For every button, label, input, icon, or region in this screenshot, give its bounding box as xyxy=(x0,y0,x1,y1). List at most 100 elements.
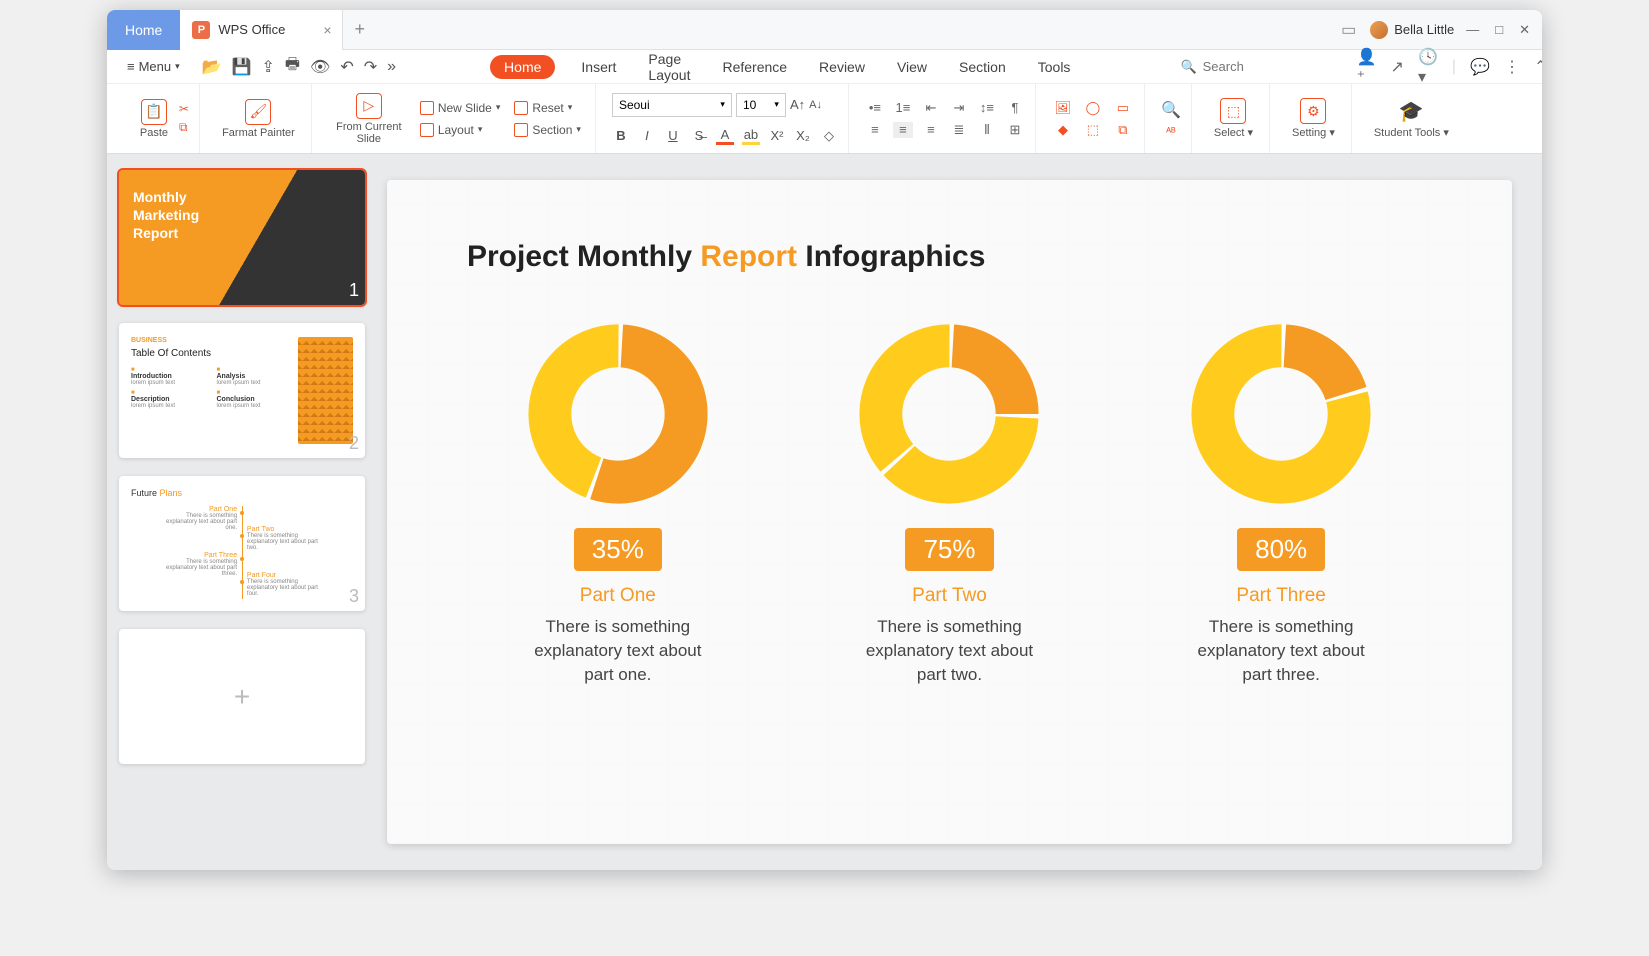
ribbon-tab-view[interactable]: View xyxy=(891,55,933,79)
student-tools-button[interactable]: 🎓 Student Tools ▾ xyxy=(1368,98,1455,139)
kebab-icon[interactable]: ⋮ xyxy=(1504,57,1520,77)
part-desc-2: There is something explanatory text abou… xyxy=(849,615,1049,686)
arrange-icon[interactable]: ⬚ xyxy=(1082,122,1104,138)
add-slide-thumbnail[interactable]: + xyxy=(119,629,365,764)
slide-title: Project Monthly Report Infographics xyxy=(467,240,1432,274)
search-input[interactable] xyxy=(1203,59,1353,74)
save-icon[interactable]: 💾 xyxy=(232,57,252,77)
decrease-font-icon[interactable]: A↓ xyxy=(809,99,822,111)
cut-icon[interactable]: ✂ xyxy=(179,102,189,116)
history-icon[interactable]: 🕓▾ xyxy=(1418,47,1438,87)
strikethrough-icon[interactable]: S̶ xyxy=(690,128,708,143)
layout-button[interactable]: Layout▾ xyxy=(416,121,505,139)
setting-icon: ⚙ xyxy=(1300,98,1326,124)
increase-font-icon[interactable]: A↑ xyxy=(790,97,805,112)
ribbon-tab-review[interactable]: Review xyxy=(813,55,871,79)
font-name-select[interactable]: Seoui▾ xyxy=(612,93,732,117)
print-icon[interactable]: 🖶 xyxy=(285,53,300,80)
new-slide-icon xyxy=(420,101,434,115)
chat-icon[interactable]: 💬 xyxy=(1470,57,1490,77)
picture-icon[interactable]: 🖼 xyxy=(1052,100,1074,116)
export-icon[interactable]: ⇪ xyxy=(262,57,275,77)
format-painter-button[interactable]: 🖌 Farmat Painter xyxy=(216,99,301,139)
maximize-icon[interactable]: □ xyxy=(1495,22,1503,37)
more-qat-icon[interactable]: » xyxy=(387,58,396,76)
ribbon-group-find: 🔍 ᴬᴮ xyxy=(1151,84,1192,153)
search-box[interactable]: 🔍 xyxy=(1180,59,1352,75)
user-chip[interactable]: Bella Little xyxy=(1370,21,1454,39)
ribbon-tab-home[interactable]: Home xyxy=(490,55,555,79)
find-icon[interactable]: 🔍 xyxy=(1161,100,1181,120)
align-center-icon[interactable]: ≡ xyxy=(893,122,913,138)
superscript-icon[interactable]: X² xyxy=(768,128,786,143)
distribute-icon[interactable]: ⫴ xyxy=(977,122,997,138)
layout-label: Layout xyxy=(438,123,474,137)
current-slide[interactable]: Project Monthly Report Infographics 35% … xyxy=(387,180,1512,844)
percentage-badge-3: 80% xyxy=(1237,528,1325,571)
slide-canvas: Project Monthly Report Infographics 35% … xyxy=(377,154,1542,870)
setting-button[interactable]: ⚙ Setting ▾ xyxy=(1286,98,1341,139)
columns-icon[interactable]: ⊞ xyxy=(1005,122,1025,138)
numbering-icon[interactable]: 1≡ xyxy=(893,100,913,116)
line-spacing-icon[interactable]: ↕≡ xyxy=(977,100,997,116)
paste-button[interactable]: 📋 Paste xyxy=(129,99,179,139)
text-direction-icon[interactable]: ¶ xyxy=(1005,100,1025,116)
slide-thumbnail-3[interactable]: Future Future PlansPlans Part OneThere i… xyxy=(119,476,365,611)
select-button[interactable]: ⬚ Select ▾ xyxy=(1208,98,1259,139)
subscript-icon[interactable]: X₂ xyxy=(794,128,812,143)
reset-button[interactable]: Reset▾ xyxy=(510,99,585,117)
font-size-select[interactable]: 10▾ xyxy=(736,93,786,117)
ribbon-tab-insert[interactable]: Insert xyxy=(575,55,622,79)
home-main-tab[interactable]: Home xyxy=(107,10,180,50)
shapes-icon[interactable]: ◯ xyxy=(1082,100,1104,116)
increase-indent-icon[interactable]: ⇥ xyxy=(949,100,969,116)
bold-icon[interactable]: B xyxy=(612,128,630,143)
plus-icon: + xyxy=(234,681,250,713)
thumb2-tag: BUSINESS xyxy=(131,337,294,344)
collapse-ribbon-icon[interactable]: ⌃ xyxy=(1534,57,1542,77)
from-current-slide-button[interactable]: ▷ From Current Slide xyxy=(328,93,410,145)
group-icon[interactable]: ⧉ xyxy=(1112,122,1134,138)
align-right-icon[interactable]: ≡ xyxy=(921,122,941,138)
section-button[interactable]: Section▾ xyxy=(510,121,585,139)
new-tab-button[interactable]: + xyxy=(343,19,378,40)
replace-icon[interactable]: ᴬᴮ xyxy=(1166,126,1176,138)
textbox-icon[interactable]: ▭ xyxy=(1112,100,1134,116)
format-painter-icon: 🖌 xyxy=(245,99,271,125)
bullets-icon[interactable]: •≡ xyxy=(865,100,885,116)
close-window-icon[interactable]: ✕ xyxy=(1519,22,1530,38)
copy-icon[interactable]: ⧉ xyxy=(179,120,189,135)
menu-button[interactable]: ≡ Menu ▾ xyxy=(119,55,188,78)
slide-thumbnail-1[interactable]: Monthly Marketing Report 1 xyxy=(119,170,365,305)
font-name-value: Seoui xyxy=(619,98,650,112)
undo-icon[interactable]: ↶ xyxy=(340,57,353,77)
justify-icon[interactable]: ≣ xyxy=(949,122,969,138)
align-left-icon[interactable]: ≡ xyxy=(865,122,885,138)
font-color-icon[interactable]: A xyxy=(716,127,734,145)
document-tab[interactable]: P WPS Office × xyxy=(180,10,342,50)
ribbon-group-clipboard: 📋 Paste ✂ ⧉ xyxy=(119,84,200,153)
menu-bar: ≡ Menu ▾ 📂 💾 ⇪ 🖶 👁 ↶ ↷ » Home Insert Pag… xyxy=(107,50,1542,84)
preview-icon[interactable]: 👁 xyxy=(310,57,330,77)
play-icon: ▷ xyxy=(356,93,382,119)
underline-icon[interactable]: U xyxy=(664,128,682,143)
minimize-icon[interactable]: — xyxy=(1466,22,1479,37)
new-slide-button[interactable]: New Slide▾ xyxy=(416,99,505,117)
highlight-icon[interactable]: ab xyxy=(742,127,760,145)
share-icon[interactable]: ↗ xyxy=(1391,57,1404,77)
redo-icon[interactable]: ↷ xyxy=(364,57,377,77)
clear-format-icon[interactable]: ◇ xyxy=(820,128,838,144)
italic-icon[interactable]: I xyxy=(638,128,656,143)
open-icon[interactable]: 📂 xyxy=(202,57,222,77)
close-tab-icon[interactable]: × xyxy=(323,22,331,38)
ribbon-tab-section[interactable]: Section xyxy=(953,55,1012,79)
add-user-icon[interactable]: 👤⁺ xyxy=(1357,47,1377,87)
ribbon-tab-page-layout[interactable]: Page Layout xyxy=(642,47,696,87)
slide-thumbnail-2[interactable]: BUSINESS Table Of Contents ■ Introductio… xyxy=(119,323,365,458)
ribbon-tab-reference[interactable]: Reference xyxy=(716,55,793,79)
tablet-mode-icon[interactable]: ▭ xyxy=(1341,20,1356,40)
wps-presentation-icon: P xyxy=(192,21,210,39)
decrease-indent-icon[interactable]: ⇤ xyxy=(921,100,941,116)
ribbon-tab-tools[interactable]: Tools xyxy=(1032,55,1077,79)
shape-fill-icon[interactable]: ◆ xyxy=(1052,122,1074,138)
